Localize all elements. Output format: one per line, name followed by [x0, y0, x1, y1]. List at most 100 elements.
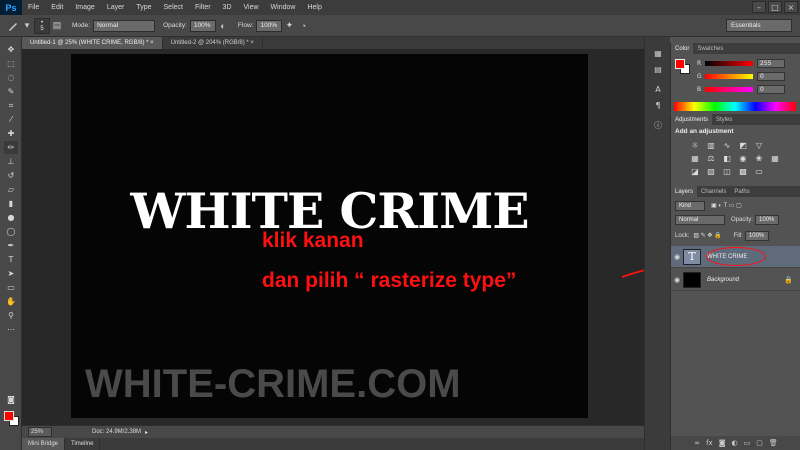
tab-mini-bridge[interactable]: Mini Bridge	[22, 438, 66, 450]
invert-icon[interactable]: ◪	[689, 166, 701, 176]
filter-icons[interactable]: ▣ ◐ T ▭ ▢	[711, 202, 742, 209]
move-tool-icon[interactable]: ✥	[4, 43, 18, 56]
eye-icon[interactable]: ◉	[671, 276, 683, 284]
history-panel-icon[interactable]: ▦	[651, 47, 665, 59]
close-button[interactable]: ×	[784, 1, 798, 13]
tab-timeline[interactable]: Timeline	[65, 438, 101, 450]
layer-opacity-field[interactable]: 100%	[755, 214, 780, 225]
layer-row-background[interactable]: ◉ Background 🔒	[671, 269, 800, 291]
exposure-icon[interactable]: ◩	[737, 140, 749, 150]
blue-slider[interactable]	[705, 86, 753, 92]
menu-3d[interactable]: 3D	[217, 4, 238, 11]
tab-untitled-2[interactable]: Untitled-2 @ 204% (RGB/8) * ×	[163, 37, 263, 49]
pressure-opacity-icon[interactable]: ◐	[216, 19, 230, 33]
minimize-button[interactable]: –	[752, 1, 766, 13]
channel-mixer-icon[interactable]: ❀	[753, 153, 765, 163]
menu-view[interactable]: View	[238, 4, 265, 11]
rectangle-tool-icon[interactable]: ▭	[4, 281, 18, 294]
mode-select[interactable]: Normal	[93, 19, 156, 32]
brush-panel-icon[interactable]: ▤	[50, 19, 64, 33]
history-brush-tool-icon[interactable]: ↺	[4, 169, 18, 182]
clone-stamp-tool-icon[interactable]: ⊥	[4, 155, 18, 168]
chevron-down-icon[interactable]: ▾	[20, 19, 34, 33]
blue-value-field[interactable]: 0	[757, 84, 785, 94]
eyedropper-tool-icon[interactable]: ⁄	[4, 113, 18, 126]
maximize-button[interactable]: □	[768, 1, 782, 13]
black-white-icon[interactable]: ◧	[721, 153, 733, 163]
layer-style-icon[interactable]: fx	[706, 439, 713, 447]
flow-field[interactable]: 100%	[256, 19, 283, 32]
layer-fill-field[interactable]: 100%	[744, 230, 769, 241]
menu-image[interactable]: Image	[69, 4, 100, 11]
menu-type[interactable]: Type	[130, 4, 157, 11]
healing-brush-tool-icon[interactable]: ✚	[4, 127, 18, 140]
zoom-tool-icon[interactable]: ⚲	[4, 309, 18, 322]
eraser-tool-icon[interactable]: ▱	[4, 183, 18, 196]
tab-styles[interactable]: Styles	[712, 114, 736, 125]
green-value-field[interactable]: 0	[757, 71, 785, 81]
character-panel-icon[interactable]: A	[651, 83, 665, 95]
dodge-tool-icon[interactable]: ◯	[4, 225, 18, 238]
menu-window[interactable]: Window	[265, 4, 302, 11]
threshold-icon[interactable]: ◫	[721, 166, 733, 176]
brightness-contrast-icon[interactable]: ☼	[689, 140, 701, 150]
opacity-field[interactable]: 100%	[189, 19, 216, 32]
selective-color-icon[interactable]: ▩	[737, 166, 749, 176]
tab-layers[interactable]: Layers	[671, 186, 698, 197]
color-balance-icon[interactable]: ⚖	[705, 153, 717, 163]
color-panel-foreground-swatch[interactable]	[675, 59, 685, 69]
status-menu-arrow-icon[interactable]: ▸	[145, 429, 148, 436]
add-mask-icon[interactable]: ◙	[719, 439, 726, 447]
gradient-map-icon[interactable]: ▭	[753, 166, 765, 176]
menu-help[interactable]: Help	[301, 4, 327, 11]
new-layer-icon[interactable]: ▢	[756, 439, 763, 447]
layer-kind-select[interactable]: Kind	[675, 200, 705, 211]
info-panel-icon[interactable]: ⓘ	[651, 119, 665, 131]
type-tool-icon[interactable]: T	[4, 253, 18, 266]
brush-size-picker[interactable]: • 5	[34, 17, 50, 34]
paragraph-panel-icon[interactable]: ¶	[651, 99, 665, 111]
menu-select[interactable]: Select	[158, 4, 189, 11]
menu-edit[interactable]: Edit	[45, 4, 69, 11]
tab-swatches[interactable]: Swatches	[693, 43, 727, 54]
posterize-icon[interactable]: ▨	[705, 166, 717, 176]
link-layers-icon[interactable]: ∞	[694, 439, 700, 447]
menu-filter[interactable]: Filter	[189, 4, 217, 11]
brush-tool-icon[interactable]: ✏	[4, 141, 18, 154]
color-spectrum-ramp[interactable]	[674, 102, 796, 111]
color-lookup-icon[interactable]: ▦	[769, 153, 781, 163]
pressure-size-icon[interactable]: ◔	[296, 19, 310, 33]
red-slider[interactable]	[705, 60, 753, 66]
marquee-tool-icon[interactable]: ⬚	[4, 57, 18, 70]
lock-icons[interactable]: ▨ ✎ ✥ 🔒	[693, 232, 721, 239]
menu-layer[interactable]: Layer	[101, 4, 131, 11]
properties-panel-icon[interactable]: ▤	[651, 63, 665, 75]
tab-adjustments[interactable]: Adjustments	[671, 114, 713, 125]
pen-tool-icon[interactable]: ✒	[4, 239, 18, 252]
blur-tool-icon[interactable]: ●	[4, 211, 18, 224]
brush-tool-preset-icon[interactable]	[6, 19, 20, 33]
quick-select-tool-icon[interactable]: ✎	[4, 85, 18, 98]
hand-tool-icon[interactable]: ✋	[4, 295, 18, 308]
path-selection-tool-icon[interactable]: ➤	[4, 267, 18, 280]
new-adjustment-icon[interactable]: ◐	[732, 439, 738, 447]
red-value-field[interactable]: 255	[757, 58, 785, 68]
tab-paths[interactable]: Paths	[730, 186, 753, 197]
gradient-tool-icon[interactable]: ▮	[4, 197, 18, 210]
levels-icon[interactable]: ▥	[705, 140, 717, 150]
zoom-level-field[interactable]: 25%	[28, 427, 52, 437]
crop-tool-icon[interactable]: ⌗	[4, 99, 18, 112]
new-group-icon[interactable]: ▭	[744, 439, 751, 447]
airbrush-icon[interactable]: ✦	[282, 19, 296, 33]
foreground-color-swatch[interactable]	[4, 411, 14, 421]
tab-channels[interactable]: Channels	[697, 186, 730, 197]
vibrance-icon[interactable]: ▽	[753, 140, 765, 150]
lasso-tool-icon[interactable]: ◌	[4, 71, 18, 84]
tab-untitled-1[interactable]: Untitled-1 @ 25% (WHITE CRIME, RGB/8) * …	[22, 37, 163, 49]
curves-icon[interactable]: ∿	[721, 140, 733, 150]
quick-mask-icon[interactable]: ◙	[4, 393, 18, 406]
delete-layer-icon[interactable]: 🗑	[769, 439, 778, 447]
more-tools-icon[interactable]: ⋯	[4, 323, 18, 336]
photo-filter-icon[interactable]: ◉	[737, 153, 749, 163]
tab-color[interactable]: Color	[671, 43, 694, 54]
